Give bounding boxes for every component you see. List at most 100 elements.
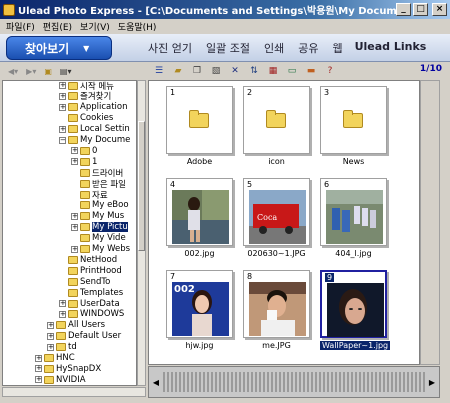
tree-item[interactable]: 받은 파일	[71, 178, 126, 190]
expand-icon[interactable]: +	[47, 321, 54, 329]
copy-icon[interactable]: ❐	[190, 65, 204, 77]
tab-get-photo[interactable]: 사진 얻기	[148, 40, 192, 56]
tree-item[interactable]: My Vide	[71, 233, 126, 244]
tree-item[interactable]: Templates	[59, 287, 123, 298]
expand-icon[interactable]: +	[71, 245, 78, 253]
tree-item[interactable]: SendTo	[59, 276, 110, 287]
tree-item[interactable]: + td	[47, 342, 77, 353]
thumbnail-frame[interactable]: 8	[243, 270, 310, 338]
scroll-left-icon[interactable]: ◀	[151, 369, 161, 395]
tree-item[interactable]: PrintHood	[59, 265, 122, 276]
expand-icon[interactable]: +	[35, 365, 42, 373]
menu-help[interactable]: 도움말(H)	[118, 20, 157, 33]
tab-batch-adjust[interactable]: 일괄 조절	[206, 40, 250, 56]
tree-item[interactable]: − My Docume	[59, 135, 130, 146]
sort-icon[interactable]: ⇅	[247, 65, 261, 77]
minimize-button[interactable]: _	[396, 3, 411, 16]
expand-icon[interactable]: +	[59, 82, 66, 89]
tree-item[interactable]: + Default User	[47, 331, 121, 342]
tree-item[interactable]: +0	[71, 145, 97, 156]
thumbnail-frame[interactable]: 6	[320, 178, 387, 246]
thumbnail-frame[interactable]: 9	[320, 270, 387, 338]
thumbnail-item[interactable]: 9 WallPaper~1.jpg	[320, 270, 391, 352]
tree-item[interactable]: Cookies	[59, 113, 113, 124]
grid-vertical-scrollbar[interactable]	[420, 80, 440, 365]
thumbnail-item[interactable]: 2 icon	[243, 86, 310, 168]
tree-item[interactable]: + My Pictu	[71, 222, 128, 233]
tree-item[interactable]: + Local Settin	[59, 124, 130, 135]
tree-item[interactable]: + WINDOWS	[59, 309, 124, 320]
tree-item[interactable]: + My Webs	[71, 244, 130, 255]
tab-share[interactable]: 공유	[298, 40, 318, 56]
tree-item[interactable]: 자료	[71, 189, 108, 201]
tab-print[interactable]: 인쇄	[264, 40, 284, 56]
thumbnail-frame[interactable]: 002 7	[166, 270, 233, 338]
info-icon[interactable]: ▦	[266, 65, 280, 77]
slideshow-icon[interactable]: ▭	[285, 65, 299, 77]
tree-item[interactable]: + My Mus	[71, 211, 124, 222]
thumbnail-item[interactable]: Coca 5 020630~1.JPG	[243, 178, 310, 260]
up-folder-icon[interactable]: ▣	[44, 67, 52, 76]
tree-item[interactable]: + 시작 메뉴	[59, 81, 114, 92]
forward-arrow-icon[interactable]: ▶▾	[26, 67, 36, 76]
expand-icon[interactable]: +	[71, 223, 78, 231]
tree-item[interactable]: NetHood	[59, 254, 117, 265]
collapse-icon[interactable]: −	[59, 136, 66, 144]
filmstrip-band[interactable]	[163, 372, 425, 392]
thumbnail-item[interactable]: 4 002.jpg	[166, 178, 233, 260]
view-menu-icon[interactable]: ▤▾	[60, 67, 72, 76]
expand-icon[interactable]: +	[71, 212, 78, 220]
tree-item[interactable]: + NVIDIA	[35, 374, 86, 385]
open-folder-icon[interactable]: ▰	[171, 65, 185, 77]
folder-icon	[56, 343, 66, 352]
tree-item[interactable]: + Application	[59, 102, 128, 113]
ulead-links-link[interactable]: Ulead Links	[355, 40, 427, 56]
thumbnail-item[interactable]: 1 Adobe	[166, 86, 233, 168]
scroll-thumb[interactable]	[138, 121, 145, 251]
folder-tools-icon[interactable]: ▬	[304, 65, 318, 77]
tree-vertical-scrollbar[interactable]	[137, 80, 146, 386]
paste-icon[interactable]: ▧	[209, 65, 223, 77]
thumbnail-item[interactable]: 002 7 hjw.jpg	[166, 270, 233, 352]
thumbnail-frame[interactable]: Coca 5	[243, 178, 310, 246]
thumbnail-frame[interactable]: 2	[243, 86, 310, 154]
expand-icon[interactable]: +	[59, 103, 66, 111]
menu-view[interactable]: 보기(V)	[80, 20, 110, 33]
thumbnail-item[interactable]: 6 404_l.jpg	[320, 178, 387, 260]
expand-icon[interactable]: +	[59, 310, 66, 318]
tree-item[interactable]: + All Users	[47, 320, 105, 331]
help-icon[interactable]: ?	[323, 65, 337, 77]
browse-mode-button[interactable]: 찾아보기 ▼	[6, 36, 112, 60]
thumbnail-frame[interactable]: 3	[320, 86, 387, 154]
expand-icon[interactable]: +	[59, 92, 66, 100]
tree-item[interactable]: + HySnapDX	[35, 363, 101, 374]
maximize-button[interactable]: □	[413, 3, 428, 16]
tree-horizontal-scrollbar[interactable]	[2, 387, 146, 397]
back-arrow-icon[interactable]: ◀▾	[8, 67, 18, 76]
tree-item[interactable]: + 즐겨찾기	[59, 91, 111, 102]
tree-item[interactable]: My eBoo	[71, 200, 129, 211]
tree-item[interactable]: + UserData	[59, 298, 120, 309]
expand-icon[interactable]: +	[71, 158, 78, 166]
delete-icon[interactable]: ✕	[228, 65, 242, 77]
expand-icon[interactable]: +	[59, 300, 66, 307]
expand-icon[interactable]: +	[35, 354, 42, 362]
menu-edit[interactable]: 편집(E)	[43, 20, 72, 33]
expand-icon[interactable]: +	[71, 147, 78, 155]
close-button[interactable]: ×	[432, 3, 447, 16]
tree-item[interactable]: +1	[71, 156, 97, 167]
thumbnail-item[interactable]: 3 News	[320, 86, 387, 168]
expand-icon[interactable]: +	[47, 343, 54, 351]
tab-web[interactable]: 웹	[332, 40, 342, 56]
tree-item[interactable]: 드라이버	[71, 167, 123, 179]
select-all-icon[interactable]: ☰	[152, 65, 166, 77]
expand-icon[interactable]: +	[35, 376, 42, 384]
scroll-right-icon[interactable]: ▶	[427, 369, 437, 395]
thumbnail-frame[interactable]: 1	[166, 86, 233, 154]
thumbnail-item[interactable]: 8 me.JPG	[243, 270, 310, 352]
expand-icon[interactable]: +	[47, 332, 54, 340]
expand-icon[interactable]: +	[59, 125, 66, 133]
menu-file[interactable]: 파일(F)	[6, 20, 35, 33]
tree-item[interactable]: + HNC	[35, 353, 75, 364]
thumbnail-frame[interactable]: 4	[166, 178, 233, 246]
